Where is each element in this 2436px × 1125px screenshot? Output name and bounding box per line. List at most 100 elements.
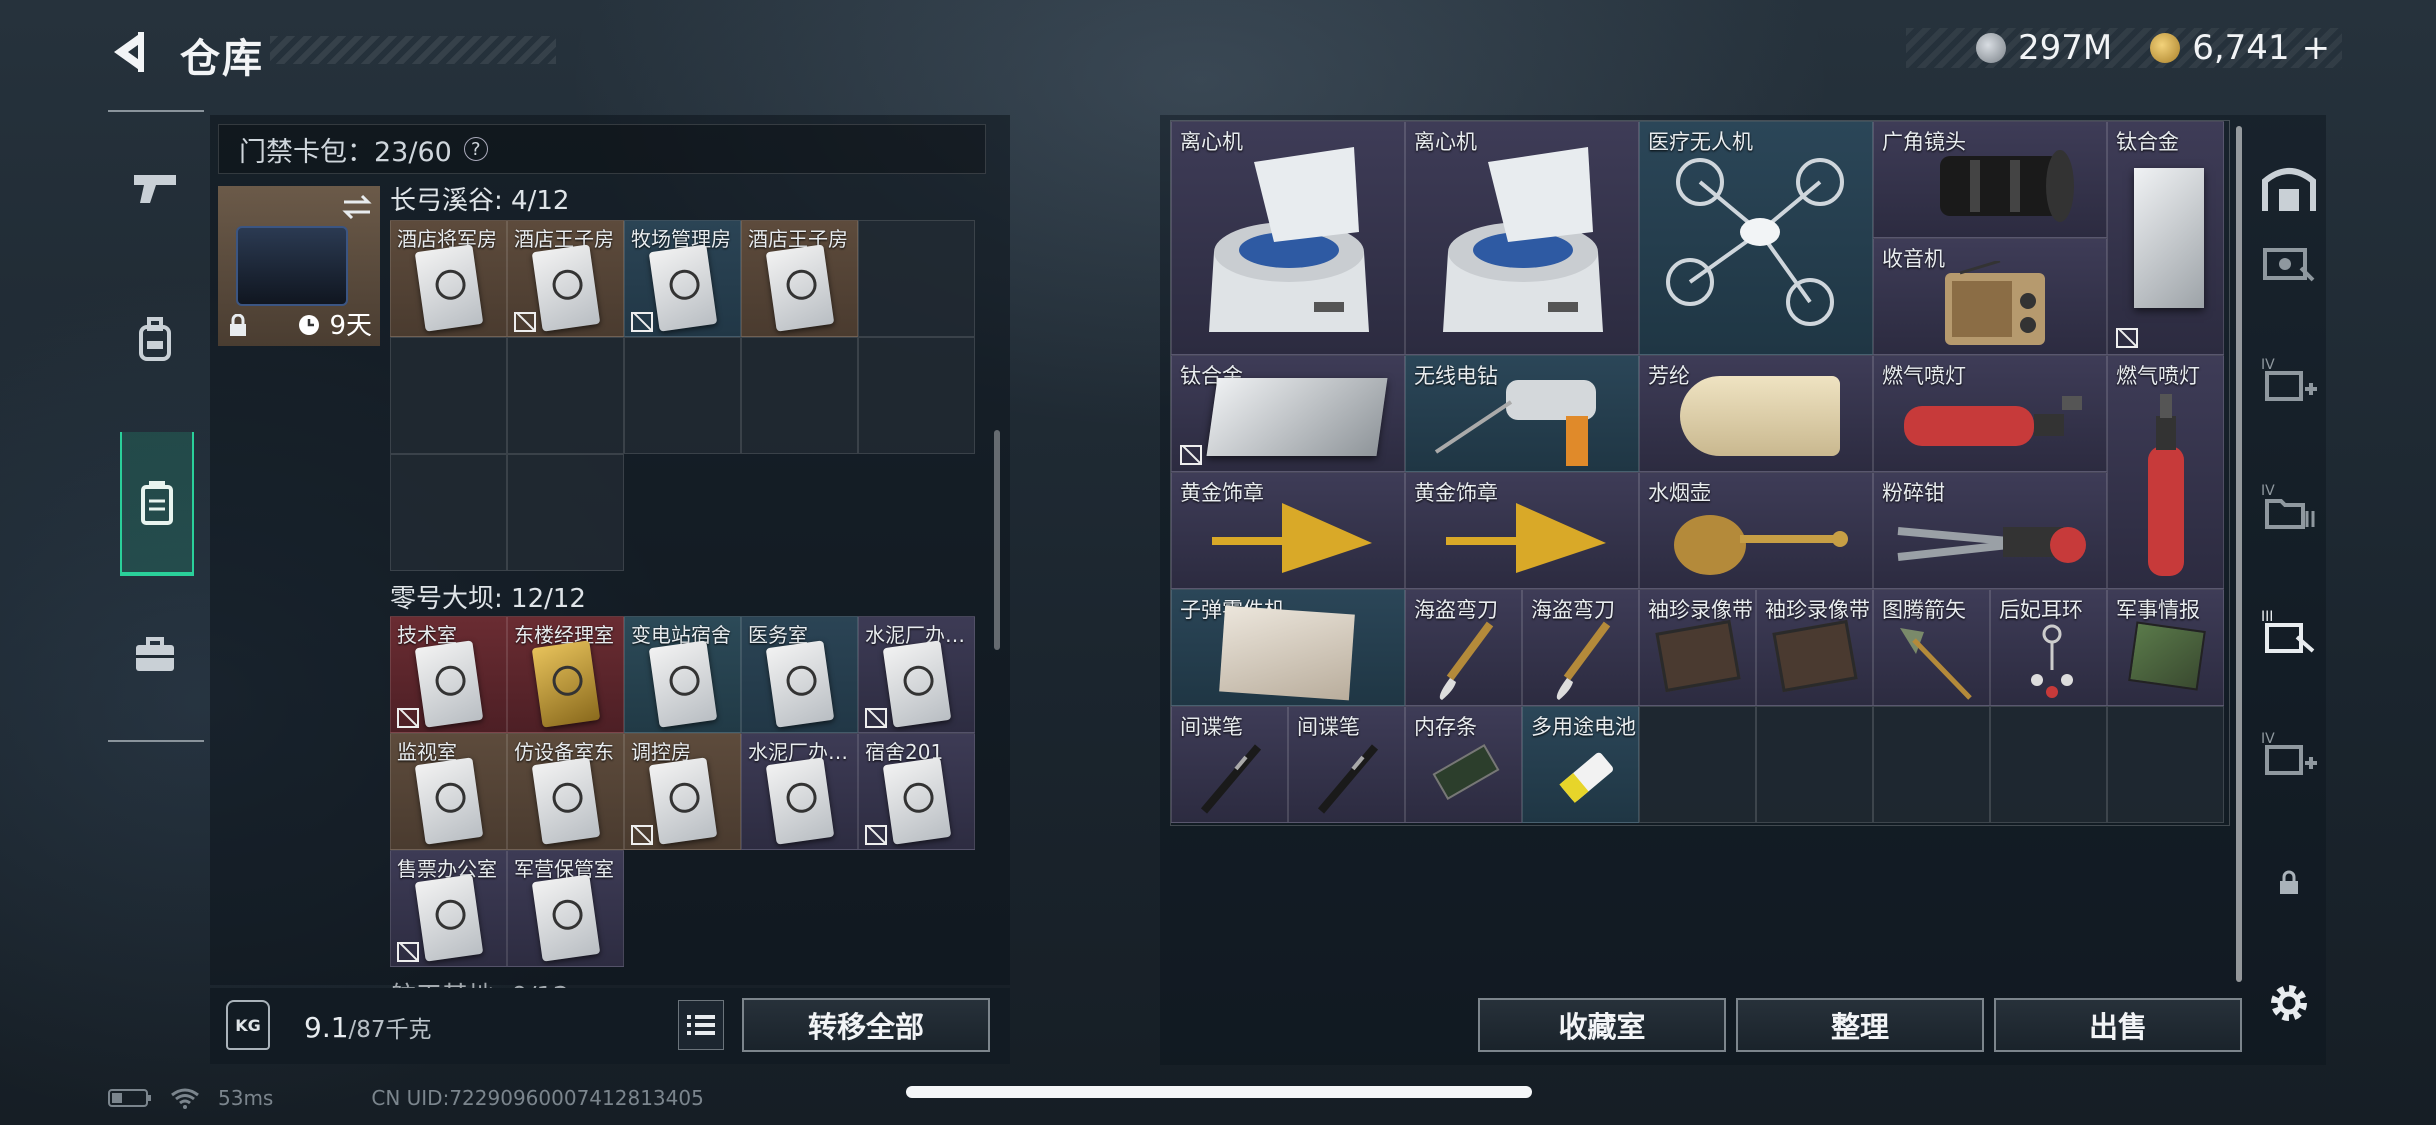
settings-button[interactable]	[2252, 966, 2326, 1040]
item-mini-videotape[interactable]: 袖珍录像带	[1639, 589, 1756, 706]
item-ammo-parts-machine[interactable]: 子弹零件机	[1171, 589, 1405, 706]
nav-storage-tab-4[interactable]: III	[2252, 596, 2326, 670]
weight-capacity: /87千克	[348, 1017, 432, 1043]
keycard-slot[interactable]: 宿舍201	[858, 733, 975, 850]
item-centrifuge[interactable]: 离心机	[1171, 121, 1405, 355]
ping-text: 53ms	[218, 1086, 274, 1110]
item-wide-angle-lens[interactable]: 广角镜头	[1873, 121, 2107, 238]
keycard-slot[interactable]: 售票办公室	[390, 850, 507, 967]
transfer-all-button[interactable]: 转移全部	[742, 998, 990, 1052]
folder-icon: IV	[2261, 483, 2315, 529]
item-crushing-pliers[interactable]: 粉碎钳	[1873, 472, 2107, 589]
keycard-image	[414, 874, 483, 962]
item-wireless-drill[interactable]: 无线电钻	[1405, 355, 1639, 472]
pen-image	[1317, 744, 1379, 814]
nav-storage-tab-2[interactable]: IV	[2252, 344, 2326, 418]
item-name: 袖珍录像带	[1765, 598, 1870, 622]
back-button[interactable]	[108, 28, 152, 76]
keycard-slot[interactable]: 牧场管理房	[624, 220, 741, 337]
empty-slot[interactable]	[1873, 706, 1990, 823]
nav-safehouse[interactable]	[2252, 150, 2326, 224]
empty-slot[interactable]	[741, 337, 858, 454]
keycard-slot[interactable]: 水泥厂办…	[858, 616, 975, 733]
nav-storage-tab-5[interactable]: IV	[2252, 718, 2326, 792]
wifi-icon	[171, 1088, 199, 1109]
item-aramid[interactable]: 芳纶	[1639, 355, 1873, 472]
item-name: 燃气喷灯	[2116, 364, 2200, 388]
arrow-image	[1900, 628, 1972, 700]
keycard-slot[interactable]: 仿设备室东	[507, 733, 624, 850]
item-gold-emblem[interactable]: 黄金饰章	[1171, 472, 1405, 589]
empty-slot[interactable]	[1639, 706, 1756, 823]
nav-briefcase[interactable]	[120, 620, 190, 690]
left-scrollbar[interactable]	[994, 430, 1000, 650]
silver-amount: 297M	[2018, 28, 2113, 68]
svg-text:IV: IV	[2261, 483, 2275, 499]
keycard-slot[interactable]: 酒店王子房	[741, 220, 858, 337]
sell-button[interactable]: 出售	[1994, 998, 2242, 1052]
item-centrifuge[interactable]: 离心机	[1405, 121, 1639, 355]
item-pirate-cutlass[interactable]: 海盗弯刀	[1405, 589, 1522, 706]
collection-room-button[interactable]: 收藏室	[1478, 998, 1726, 1052]
item-spy-pen[interactable]: 间谍笔	[1288, 706, 1405, 823]
empty-slot[interactable]	[1756, 706, 1873, 823]
keycard-slot[interactable]: 酒店王子房	[507, 220, 624, 337]
keycard-image	[414, 640, 483, 728]
item-hookah[interactable]: 水烟壶	[1639, 472, 1873, 589]
right-scrollbar[interactable]	[2236, 126, 2242, 982]
item-totem-arrow[interactable]: 图腾箭矢	[1873, 589, 1990, 706]
nav-storage-tab-1[interactable]	[2252, 226, 2326, 300]
keycard-slot[interactable]: 监视室	[390, 733, 507, 850]
item-titanium-alloy[interactable]: 钛合金	[2107, 121, 2224, 355]
intel-board-image	[2128, 621, 2206, 691]
keycard-pack-slot[interactable]: 9天	[218, 186, 380, 346]
currency-bar: 297M 6,741 +	[1906, 28, 2342, 68]
item-military-intel[interactable]: 军事情报	[2107, 589, 2224, 706]
empty-slot[interactable]	[858, 337, 975, 454]
radio-image	[1945, 261, 2045, 345]
empty-slot[interactable]	[624, 337, 741, 454]
item-name: 间谍笔	[1297, 715, 1360, 739]
item-gas-torch[interactable]: 燃气喷灯	[2107, 355, 2224, 589]
keycard-slot[interactable]: 变电站宿舍	[624, 616, 741, 733]
empty-slot[interactable]	[858, 220, 975, 337]
item-medical-drone[interactable]: 医疗无人机	[1639, 121, 1873, 355]
keycard-slot[interactable]: 水泥厂办…	[741, 733, 858, 850]
keycard-slot[interactable]: 酒店将军房	[390, 220, 507, 337]
storage-icon	[141, 481, 173, 525]
empty-slot[interactable]	[2107, 706, 2224, 823]
item-gold-emblem[interactable]: 黄金饰章	[1405, 472, 1639, 589]
help-icon[interactable]: ?	[463, 137, 488, 161]
region-title-base: 航天基地: 0/12	[390, 976, 569, 988]
keycard-slot[interactable]: 调控房	[624, 733, 741, 850]
keycard-slot[interactable]: 东楼经理室	[507, 616, 624, 733]
add-currency-button[interactable]: +	[2302, 28, 2331, 68]
empty-slot[interactable]	[390, 337, 507, 454]
centrifuge-image	[1209, 147, 1369, 332]
nav-armor[interactable]	[120, 304, 190, 374]
keycard-slot[interactable]: 医务室	[741, 616, 858, 733]
uid-text: CN UID:72290960007412813405	[371, 1086, 704, 1110]
item-spy-pen[interactable]: 间谍笔	[1171, 706, 1288, 823]
empty-slot[interactable]	[390, 454, 507, 571]
organize-button[interactable]: 整理	[1736, 998, 1984, 1052]
item-memory-stick[interactable]: 内存条	[1405, 706, 1522, 823]
item-mini-videotape[interactable]: 袖珍录像带	[1756, 589, 1873, 706]
item-consort-earring[interactable]: 后妃耳环	[1990, 589, 2107, 706]
item-pirate-cutlass[interactable]: 海盗弯刀	[1522, 589, 1639, 706]
home-indicator[interactable]	[906, 1086, 1532, 1098]
region-valley-grid: 酒店将军房 酒店王子房 牧场管理房 酒店王子房	[390, 220, 975, 571]
item-gas-torch[interactable]: 燃气喷灯	[1873, 355, 2107, 472]
empty-slot[interactable]	[507, 454, 624, 571]
item-radio[interactable]: 收音机	[1873, 238, 2107, 355]
nav-storage-tab-3[interactable]: IV	[2252, 470, 2326, 544]
keycard-slot[interactable]: 军营保管室	[507, 850, 624, 967]
nav-storage[interactable]	[120, 432, 194, 576]
empty-slot[interactable]	[507, 337, 624, 454]
nav-weapons[interactable]	[120, 152, 190, 222]
item-titanium-alloy[interactable]: 钛合金	[1171, 355, 1405, 472]
list-view-button[interactable]	[678, 1000, 724, 1050]
item-multipurpose-battery[interactable]: 多用途电池	[1522, 706, 1639, 823]
empty-slot[interactable]	[1990, 706, 2107, 823]
keycard-slot[interactable]: 技术室	[390, 616, 507, 733]
